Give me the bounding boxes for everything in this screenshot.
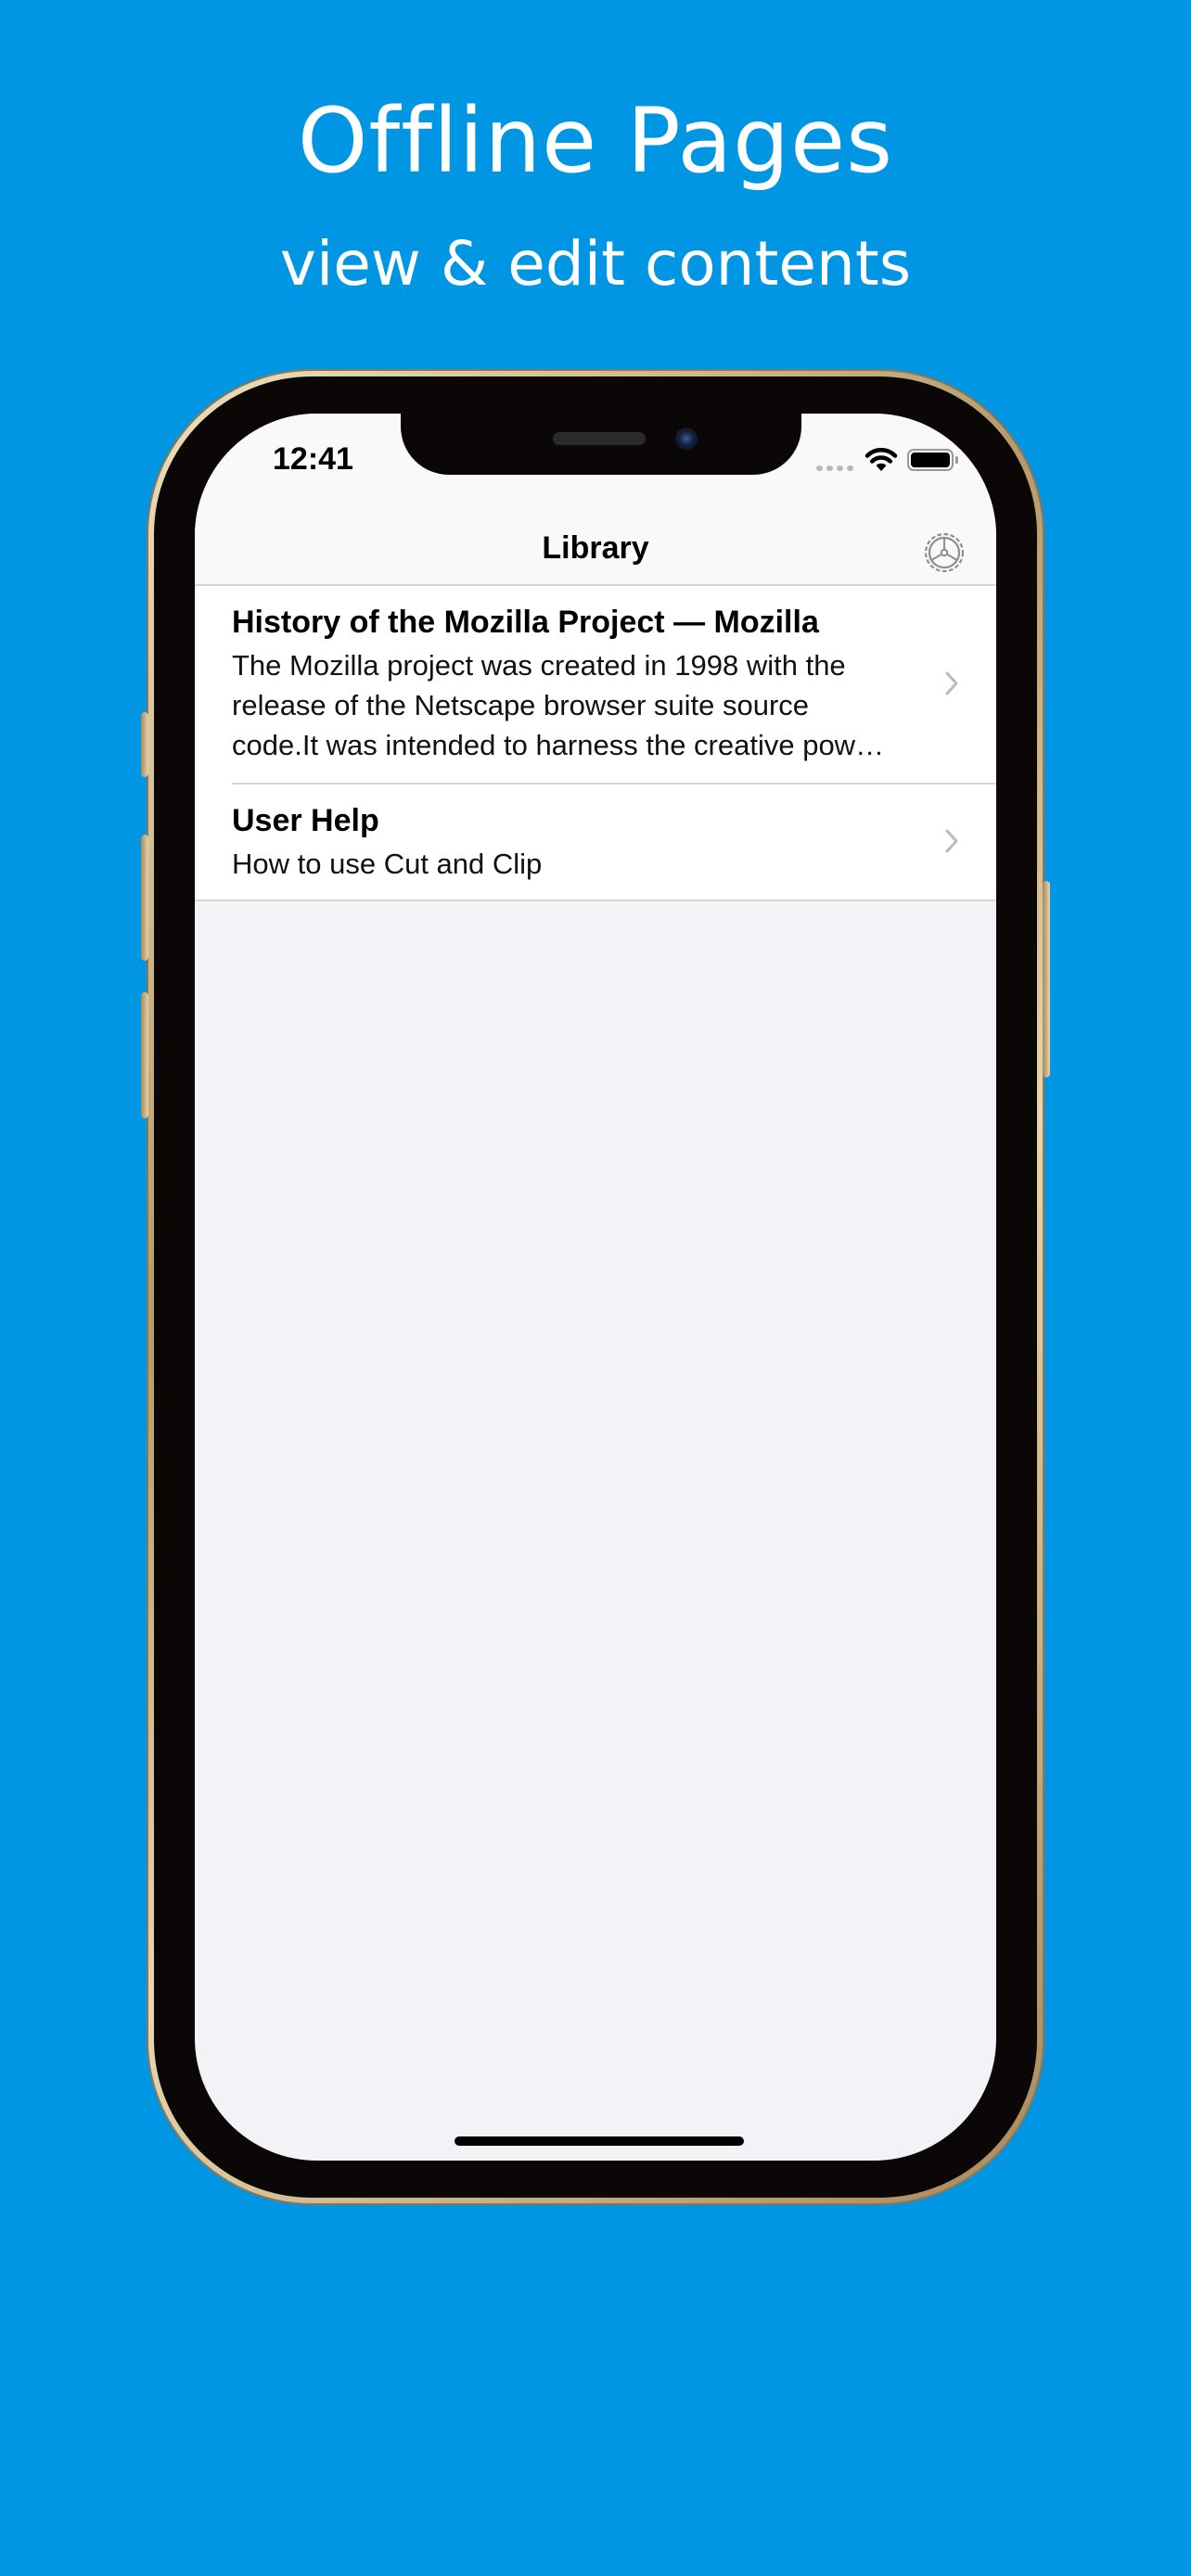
list-item-excerpt: How to use Cut and Clip	[232, 848, 543, 880]
wifi-icon	[864, 448, 898, 471]
phone-mockup: 12:41 Library History of the Mozilla Pro…	[141, 371, 1050, 2203]
front-camera	[675, 427, 698, 450]
phone-screen: 12:41 Library History of the Mozilla Pro…	[195, 414, 996, 2161]
nav-title: Library	[542, 530, 649, 566]
list-item[interactable]: User Help How to use Cut and Clip	[195, 784, 996, 899]
volume-down-button	[141, 992, 148, 1118]
notch	[401, 414, 801, 475]
status-time: 12:41	[273, 441, 353, 477]
chevron-right-icon	[945, 671, 958, 695]
list-item-title: History of the Mozilla Project — Mozilla	[232, 605, 819, 640]
volume-up-button	[141, 835, 148, 961]
cellular-signal-icon	[816, 465, 855, 471]
list-item-title: User Help	[232, 803, 379, 838]
silent-switch	[141, 712, 148, 777]
library-list: History of the Mozilla Project — Mozilla…	[195, 586, 996, 901]
speaker-grille	[553, 432, 646, 445]
list-item-excerpt: The Mozilla project was created in 1998 …	[232, 649, 885, 761]
gear-icon[interactable]	[920, 529, 968, 577]
chevron-right-icon	[945, 829, 958, 853]
phone-bezel: 12:41 Library History of the Mozilla Pro…	[154, 376, 1037, 2198]
promo-subtitle: view & edit contents	[279, 228, 912, 300]
promo-title: Offline Pages	[297, 89, 894, 193]
list-item[interactable]: History of the Mozilla Project — Mozilla…	[195, 586, 996, 783]
navigation-bar: Library	[195, 516, 996, 586]
home-indicator[interactable]	[455, 2136, 744, 2146]
battery-icon	[907, 449, 958, 471]
side-button	[1043, 881, 1050, 1078]
